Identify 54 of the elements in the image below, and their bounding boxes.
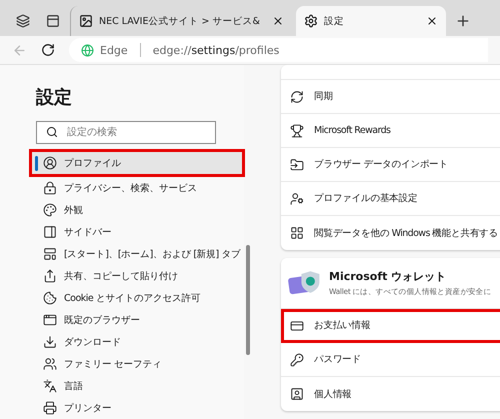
window-layout-icon	[43, 247, 57, 261]
palette-icon	[43, 203, 57, 217]
sidebar-item[interactable]: 外観	[32, 199, 242, 221]
sidebar-item[interactable]: 共有、コピーして貼り付け	[32, 265, 242, 287]
sidebar-icon	[43, 225, 57, 239]
folder-icon	[290, 158, 304, 172]
close-icon[interactable]	[272, 15, 284, 27]
cookie-icon	[43, 291, 57, 305]
share-icon	[43, 269, 57, 283]
settings-row[interactable]: プロファイルの基本設定	[281, 182, 500, 216]
printer-icon	[43, 401, 57, 415]
people-icon	[43, 357, 57, 371]
sidebar-item[interactable]: ダウンロード	[32, 331, 242, 353]
download-icon	[43, 335, 57, 349]
sidebar-item[interactable]: プライバシー、検索、サービス	[32, 177, 242, 199]
sidebar-item[interactable]: 言語	[32, 375, 242, 397]
settings-row[interactable]: 個人情報	[281, 377, 500, 411]
settings-row[interactable]: お支払い情報	[281, 309, 500, 343]
refresh-icon[interactable]	[41, 43, 55, 57]
key-icon	[290, 352, 304, 366]
sidebar-item[interactable]: プリンター	[32, 397, 242, 419]
wallet-title: Microsoft ウォレット	[329, 269, 448, 284]
sidebar-item[interactable]: サイドバー	[32, 221, 242, 243]
sidebar-item[interactable]: [スタート]、[ホーム]、および [新規] タブ	[32, 243, 242, 265]
settings-title: 設定	[36, 86, 73, 109]
trophy-icon	[290, 124, 304, 138]
sidebar-item[interactable]: プロファイル	[32, 152, 242, 174]
search-icon	[46, 126, 58, 138]
settings-row[interactable]: 同期	[281, 80, 500, 114]
language-icon	[43, 379, 57, 393]
lock-icon	[43, 181, 57, 195]
person-icon	[290, 387, 304, 401]
sidebar-item[interactable]: ファミリー セーフティ	[32, 353, 242, 375]
settings-row[interactable]: Microsoft Rewards	[281, 114, 500, 148]
site-label: Edge	[100, 44, 128, 56]
browser-logo-icon	[81, 44, 94, 56]
sync-icon	[290, 90, 304, 104]
settings-row[interactable]: パスワード	[281, 343, 500, 377]
profile-icon	[43, 156, 57, 170]
credit-card-icon	[290, 318, 304, 332]
search-field[interactable]: 設定の検索	[36, 121, 216, 144]
settings-row[interactable]: ブラウザー データのインポート	[281, 148, 500, 182]
url-text: edge://settings/profiles	[152, 44, 280, 56]
window-icon	[43, 313, 57, 327]
page-icon	[79, 14, 93, 28]
settings-icon	[304, 14, 318, 28]
sidebar-item[interactable]: Cookie とサイトのアクセス許可	[32, 287, 242, 309]
browser-tab[interactable]: 設定	[296, 6, 446, 36]
sidebar-item[interactable]: 既定のブラウザー	[32, 309, 242, 331]
settings-row[interactable]: 閲覧データを他の Windows 機能と共有する	[281, 216, 500, 250]
close-icon[interactable]	[426, 15, 438, 27]
user-gear-icon	[290, 192, 304, 206]
windows-icon	[290, 226, 304, 240]
address-field[interactable]: Edge edge://settings/profiles	[69, 38, 488, 62]
